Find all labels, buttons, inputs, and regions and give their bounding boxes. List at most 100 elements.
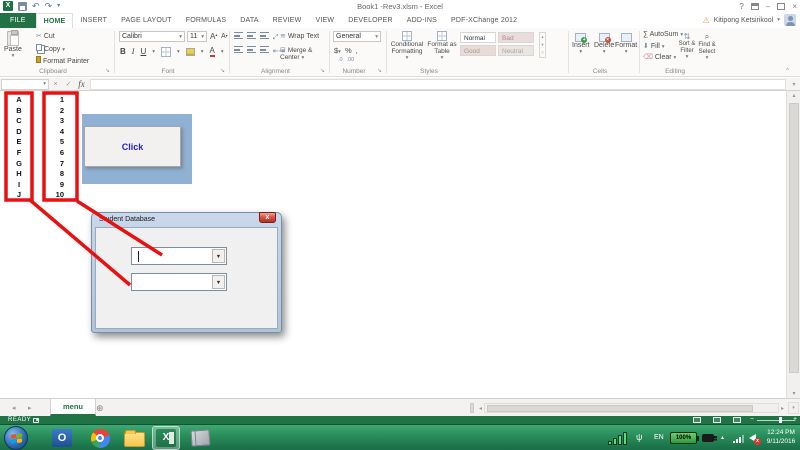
align-top-icon[interactable]: [234, 32, 243, 39]
shrink-font-button[interactable]: A▾: [221, 33, 228, 40]
combo1-dropdown-icon[interactable]: ▼: [212, 249, 225, 263]
start-button[interactable]: [4, 426, 28, 450]
restore-button[interactable]: [777, 3, 785, 10]
number-format-select[interactable]: General▾: [333, 31, 381, 42]
user-account[interactable]: ⚠ Kitipong Ketsirikool ▾: [703, 14, 796, 26]
language-indicator[interactable]: EN: [654, 434, 664, 441]
merge-center-button[interactable]: ⊟ Merge & Center ▾: [280, 46, 326, 61]
horizontal-scrollbar[interactable]: ◂ ▸: [470, 402, 786, 414]
zoom-out-icon[interactable]: −: [750, 416, 754, 423]
ribbon-display-options-icon[interactable]: [751, 3, 759, 10]
signal-bars-icon[interactable]: [733, 435, 745, 443]
scrollbar-corner[interactable]: ▾: [788, 402, 799, 414]
insert-cells-button[interactable]: + Insert▾: [572, 33, 590, 55]
student-combo-2[interactable]: ▼: [131, 273, 227, 291]
align-middle-icon[interactable]: [247, 32, 256, 39]
align-right-icon[interactable]: [260, 46, 269, 53]
scrollbar-split-handle[interactable]: [470, 403, 474, 413]
align-center-icon[interactable]: [247, 46, 256, 53]
sheet-tab-menu[interactable]: menu: [50, 399, 96, 416]
new-sheet-icon[interactable]: ⊕: [96, 403, 104, 414]
macro-record-icon[interactable]: [33, 418, 39, 423]
fill-button[interactable]: ⬇ Fill ▾: [643, 42, 665, 50]
format-cells-button[interactable]: Format▾: [615, 33, 637, 55]
font-color-icon[interactable]: A: [210, 46, 215, 57]
cut-button[interactable]: ✂ Cut: [36, 32, 55, 40]
avatar[interactable]: [784, 14, 796, 26]
taskbar-notes-app[interactable]: [186, 426, 214, 450]
number-dialog-launcher-icon[interactable]: ↘: [377, 67, 382, 74]
tab-review[interactable]: REVIEW: [266, 13, 309, 28]
show-hidden-icons[interactable]: ▴: [721, 434, 724, 441]
tab-home[interactable]: HOME: [36, 13, 74, 28]
zoom-slider[interactable]: [757, 420, 795, 421]
wrap-text-button[interactable]: ≋ Wrap Text: [280, 32, 319, 40]
style-good[interactable]: Good: [460, 45, 496, 56]
tray-clock[interactable]: 12:24 PM 9/11/2016: [764, 428, 798, 446]
zoom-slider-thumb[interactable]: [779, 417, 782, 423]
scroll-left-icon[interactable]: ◂: [477, 405, 484, 412]
fill-color-icon[interactable]: [186, 48, 195, 56]
comma-format-button[interactable]: ,: [356, 46, 358, 55]
collapse-ribbon-icon[interactable]: ^: [786, 68, 789, 74]
tab-view[interactable]: VIEW: [309, 13, 342, 28]
combo2-dropdown-icon[interactable]: ▼: [212, 275, 225, 289]
network-meter-icon[interactable]: [608, 431, 632, 445]
enter-icon[interactable]: ✓: [62, 80, 75, 88]
find-select-button[interactable]: ⌕ Find & Select▾: [698, 32, 716, 61]
tab-developer[interactable]: DEVELOPER: [341, 13, 400, 28]
sheet-nav-prev-icon[interactable]: ◂: [12, 404, 16, 412]
horizontal-scroll-thumb[interactable]: [487, 405, 753, 412]
taskbar-chrome[interactable]: [86, 426, 114, 450]
power-plug-icon[interactable]: [702, 434, 714, 442]
clipboard-dialog-launcher-icon[interactable]: ↘: [105, 67, 110, 74]
align-bottom-icon[interactable]: [260, 32, 269, 39]
sort-filter-button[interactable]: ⇅ Sort & Filter▾: [678, 32, 696, 60]
taskbar-explorer[interactable]: [120, 426, 148, 450]
underline-button[interactable]: U: [140, 47, 146, 56]
help-button[interactable]: ?: [739, 2, 743, 11]
grow-font-button[interactable]: A▴: [210, 32, 217, 41]
style-bad[interactable]: Bad: [498, 32, 534, 43]
name-box[interactable]: ▾: [1, 79, 49, 90]
expand-formula-bar-icon[interactable]: ▾: [788, 81, 800, 88]
page-break-view-icon[interactable]: [733, 417, 741, 423]
align-left-icon[interactable]: [234, 46, 243, 53]
conditional-formatting-button[interactable]: Conditional Formatting▾: [389, 31, 425, 61]
vertical-scroll-thumb[interactable]: [789, 103, 799, 373]
column-letters[interactable]: ABCDEFGHIJ: [6, 95, 32, 201]
close-button[interactable]: ×: [792, 2, 797, 11]
sheet-grid[interactable]: ABCDEFGHIJ 12345678910 Click Student Dat…: [0, 91, 800, 398]
tab-formulas[interactable]: FORMULAS: [179, 13, 234, 28]
scroll-up-icon[interactable]: ▴: [787, 92, 800, 99]
font-family-select[interactable]: Calibri▾: [119, 31, 185, 42]
scroll-right-icon[interactable]: ▸: [779, 405, 786, 412]
column-numbers[interactable]: 12345678910: [40, 95, 64, 201]
format-painter-button[interactable]: Format Painter: [36, 56, 89, 65]
page-layout-view-icon[interactable]: [713, 417, 721, 423]
font-dialog-launcher-icon[interactable]: ↘: [220, 67, 225, 74]
vertical-scrollbar[interactable]: ▴ ▾: [786, 91, 800, 398]
borders-icon[interactable]: [161, 47, 171, 57]
copy-button[interactable]: Copy ▾: [36, 44, 65, 53]
currency-format-button[interactable]: $▾: [334, 46, 341, 55]
styles-gallery-scroll[interactable]: ▴▾▿: [539, 32, 546, 58]
formula-input[interactable]: [90, 79, 786, 90]
tab-page-layout[interactable]: PAGE LAYOUT: [114, 13, 179, 28]
cancel-icon[interactable]: ×: [49, 81, 62, 88]
underline-dropdown-icon[interactable]: ▾: [152, 49, 155, 55]
dialog-close-button[interactable]: x: [259, 212, 276, 223]
normal-view-icon[interactable]: [693, 417, 701, 423]
style-neutral[interactable]: Neutral: [498, 45, 534, 56]
click-button[interactable]: Click: [84, 126, 181, 167]
alignment-dialog-launcher-icon[interactable]: ↘: [320, 67, 325, 74]
insert-function-icon[interactable]: fx: [75, 79, 88, 89]
italic-button[interactable]: I: [132, 47, 135, 56]
tab-data[interactable]: DATA: [233, 13, 265, 28]
tab-file[interactable]: FILE: [0, 13, 36, 28]
tab-insert[interactable]: INSERT: [73, 13, 114, 28]
tab-pdf-xchange[interactable]: PDF-XChange 2012: [444, 13, 524, 28]
scroll-down-icon[interactable]: ▾: [787, 390, 800, 397]
clear-button[interactable]: ⌫ Clear ▾: [643, 53, 676, 61]
tab-add-ins[interactable]: ADD-INS: [400, 13, 444, 28]
